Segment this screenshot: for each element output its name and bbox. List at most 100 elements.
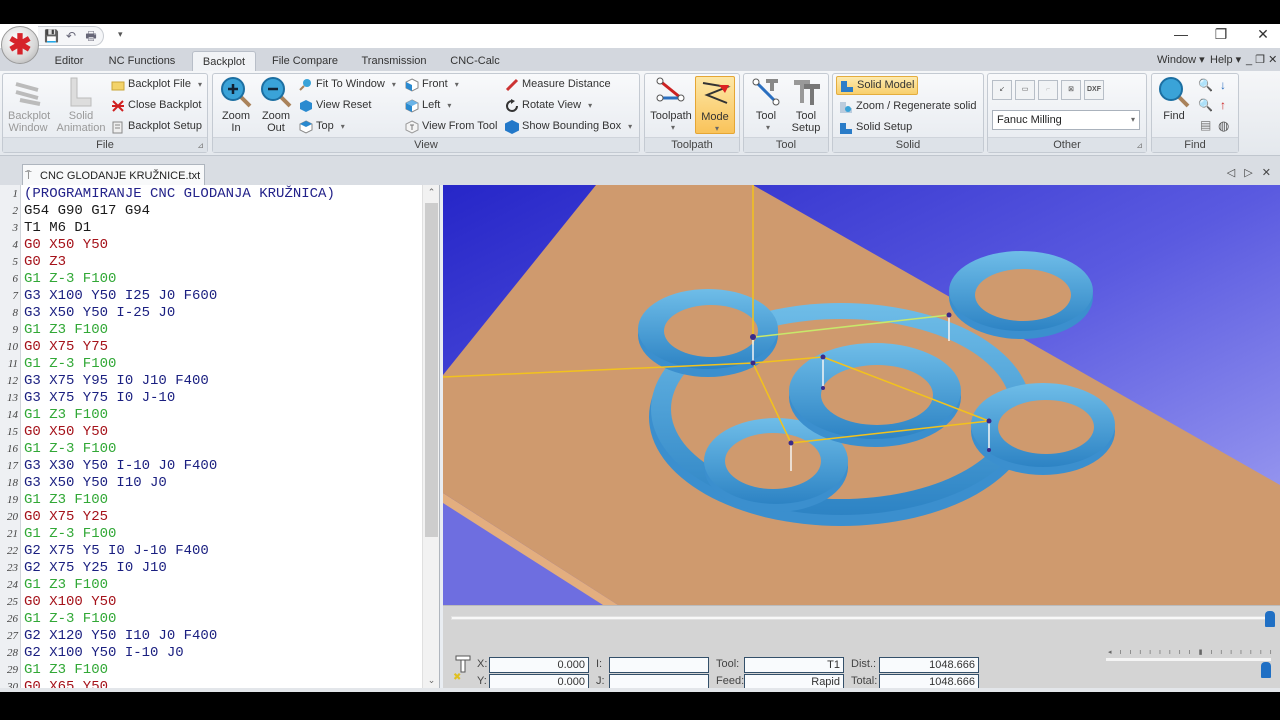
zoom-regenerate-solid-button[interactable]: Zoom / Regenerate solid: [839, 97, 976, 116]
code-line[interactable]: 2 G54 G90 G17 G94: [0, 203, 420, 220]
tab-editor[interactable]: Editor: [44, 51, 94, 71]
left-view-button[interactable]: Left ▾: [405, 96, 451, 115]
minimize-button[interactable]: —: [1166, 26, 1196, 42]
help-menu[interactable]: Help ▾: [1210, 53, 1241, 66]
solid-model-button[interactable]: Solid Model: [836, 76, 919, 95]
print-icon[interactable]: 🖶: [84, 29, 98, 43]
code-line[interactable]: 22 G2 X75 Y5 I0 J-10 F400: [0, 543, 420, 560]
code-line[interactable]: 19 G1 Z3 F100: [0, 492, 420, 509]
code-line[interactable]: 14 G1 Z3 F100: [0, 407, 420, 424]
mdi-window-controls[interactable]: _ ❐ ✕: [1246, 53, 1277, 66]
dialog-launcher-icon[interactable]: ⊿: [197, 141, 204, 150]
chevron-down-icon: ▾: [714, 124, 719, 133]
tab-transmission[interactable]: Transmission: [354, 51, 434, 71]
scrollbar-thumb[interactable]: [425, 203, 438, 537]
measure-distance-button[interactable]: Measure Distance: [505, 75, 611, 94]
document-nav-controls[interactable]: ◁ ▷ ✕: [1227, 166, 1274, 179]
window-menu[interactable]: Window ▾: [1157, 53, 1205, 66]
grid-icon[interactable]: ⊠: [1061, 80, 1081, 100]
solid-setup-button[interactable]: Solid Setup: [839, 118, 912, 137]
tab-nc-functions[interactable]: NC Functions: [100, 51, 184, 71]
fixture-icon[interactable]: ⌐: [1038, 80, 1058, 100]
customize-toolbar-icon[interactable]: ▾: [118, 29, 123, 40]
simulation-progress-slider[interactable]: [451, 616, 1271, 620]
stock-icon[interactable]: ▭: [1015, 80, 1035, 100]
next-line-icon[interactable]: ↓: [1220, 78, 1226, 92]
code-line[interactable]: 16 G1 Z-3 F100: [0, 441, 420, 458]
code-line[interactable]: 26 G1 Z-3 F100: [0, 611, 420, 628]
chevron-down-icon: ▾: [454, 80, 459, 89]
tab-file-compare[interactable]: File Compare: [264, 51, 346, 71]
code-line[interactable]: 24 G1 Z3 F100: [0, 577, 420, 594]
code-line[interactable]: 15 G0 X50 Y50: [0, 424, 420, 441]
backplot-3d-viewport[interactable]: [443, 185, 1280, 605]
close-button[interactable]: ✕: [1248, 26, 1278, 43]
rotate-view-button[interactable]: Rotate View ▾: [505, 96, 592, 115]
vertical-scrollbar[interactable]: ⌃ ⌄: [422, 185, 439, 688]
undo-icon[interactable]: ↶: [64, 29, 78, 43]
goto-icon[interactable]: ◍: [1218, 118, 1229, 134]
find-previous-icon[interactable]: 🔍: [1198, 98, 1213, 112]
code-line[interactable]: 29 G1 Z3 F100: [0, 662, 420, 679]
scroll-up-icon[interactable]: ⌃: [423, 187, 439, 198]
code-line[interactable]: 7 G3 X100 Y50 I25 J0 F600: [0, 288, 420, 305]
dialog-launcher-icon[interactable]: ⊿: [1136, 141, 1143, 150]
previous-line-icon[interactable]: ↑: [1220, 98, 1226, 112]
scroll-down-icon[interactable]: ⌄: [423, 675, 439, 686]
progress-slider-thumb[interactable]: [1265, 611, 1275, 627]
mode-button[interactable]: Mode ▾: [695, 76, 735, 134]
axis-icon[interactable]: ↙: [992, 80, 1012, 100]
code-line[interactable]: 5 G0 Z3: [0, 254, 420, 271]
view-from-tool-button[interactable]: View From Tool: [405, 117, 497, 136]
code-line[interactable]: 1 (PROGRAMIRANJE CNC GLODANJA KRUŽNICA): [0, 186, 420, 203]
front-view-button[interactable]: Front ▾: [405, 75, 459, 94]
speed-slider-thumb[interactable]: [1261, 662, 1272, 678]
tool-button[interactable]: Tool ▾: [748, 76, 784, 134]
code-line[interactable]: 12 G3 X75 Y95 I0 J10 F400: [0, 373, 420, 390]
tab-cnc-calc[interactable]: CNC-Calc: [442, 51, 508, 71]
code-line[interactable]: 23 G2 X75 Y25 I0 J10: [0, 560, 420, 577]
save-icon[interactable]: 💾: [44, 29, 59, 43]
find-document-icon[interactable]: ▤: [1200, 118, 1211, 132]
code-line[interactable]: 30 G0 X65 Y50: [0, 679, 420, 688]
fit-to-window-button[interactable]: Fit To Window ▾: [299, 75, 396, 94]
code-line[interactable]: 13 G3 X75 Y75 I0 J-10: [0, 390, 420, 407]
code-line[interactable]: 21 G1 Z-3 F100: [0, 526, 420, 543]
backplot-setup-button[interactable]: Backplot Setup: [111, 117, 202, 136]
code-line[interactable]: 4 G0 X50 Y50: [0, 237, 420, 254]
zoom-in-button[interactable]: Zoom In: [217, 76, 255, 134]
find-next-icon[interactable]: 🔍: [1198, 78, 1213, 92]
code-line[interactable]: 25 G0 X100 Y50: [0, 594, 420, 611]
machine-select[interactable]: Fanuc Milling ▾: [992, 110, 1140, 130]
code-line[interactable]: 27 G2 X120 Y50 I10 J0 F400: [0, 628, 420, 645]
restore-button[interactable]: ❐: [1206, 26, 1236, 43]
speed-slider[interactable]: [1106, 658, 1271, 661]
toolpath-button[interactable]: Toolpath ▾: [649, 76, 693, 134]
view-reset-button[interactable]: View Reset: [299, 96, 371, 115]
backplot-window-button[interactable]: Backplot Window: [5, 76, 51, 134]
code-line[interactable]: 8 G3 X50 Y50 I-25 J0: [0, 305, 420, 322]
code-line[interactable]: 17 G3 X30 Y50 I-10 J0 F400: [0, 458, 420, 475]
code-line[interactable]: 11 G1 Z-3 F100: [0, 356, 420, 373]
close-backplot-label: Close Backplot: [128, 99, 202, 111]
find-button[interactable]: Find: [1155, 76, 1193, 122]
document-tab[interactable]: ⍑ CNC GLODANJE KRUŽNICE.txt: [22, 164, 206, 186]
code-line[interactable]: 28 G2 X100 Y50 I-10 J0: [0, 645, 420, 662]
code-line[interactable]: 10 G0 X75 Y75: [0, 339, 420, 356]
app-logo-button[interactable]: ✱: [1, 26, 39, 64]
close-backplot-button[interactable]: Close Backplot: [111, 96, 201, 115]
code-line[interactable]: 3 T1 M6 D1: [0, 220, 420, 237]
code-line[interactable]: 6 G1 Z-3 F100: [0, 271, 420, 288]
code-editor[interactable]: 1 (PROGRAMIRANJE CNC GLODANJA KRUŽNICA) 2 G…: [0, 185, 440, 688]
zoom-out-button[interactable]: Zoom Out: [257, 76, 295, 134]
tool-setup-button[interactable]: Tool Setup: [786, 76, 826, 134]
code-line[interactable]: 20 G0 X75 Y25: [0, 509, 420, 526]
top-view-button[interactable]: Top ▾: [299, 117, 345, 136]
code-line[interactable]: 18 G3 X50 Y50 I10 J0: [0, 475, 420, 492]
dxf-icon[interactable]: DXF: [1084, 80, 1104, 100]
code-line[interactable]: 9 G1 Z3 F100: [0, 322, 420, 339]
backplot-file-button[interactable]: Backplot File ▾: [111, 75, 202, 94]
tab-backplot[interactable]: Backplot: [192, 51, 256, 71]
show-bounding-box-button[interactable]: Show Bounding Box ▾: [505, 117, 632, 136]
solid-animation-button[interactable]: Solid Animation: [53, 76, 109, 134]
